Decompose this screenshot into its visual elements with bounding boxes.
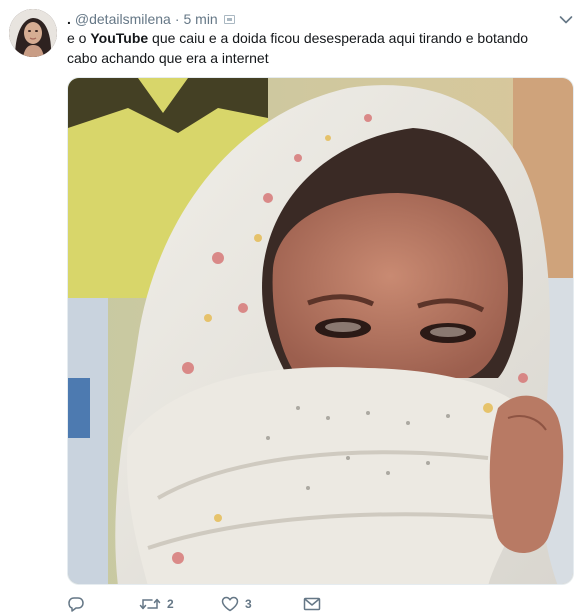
- direct-message-button[interactable]: [303, 597, 321, 611]
- envelope-icon: [303, 597, 321, 611]
- retweet-count: 2: [167, 597, 174, 611]
- tweet-actions: 2 3: [67, 596, 321, 612]
- tweet-text-before: e o: [67, 30, 91, 46]
- timestamp[interactable]: 5 min: [183, 11, 217, 27]
- tweet-header: . @detailsmilena · 5 min: [67, 9, 573, 29]
- tweet-photo[interactable]: [67, 77, 574, 585]
- display-name[interactable]: .: [67, 11, 71, 27]
- chevron-down-icon[interactable]: [559, 12, 573, 24]
- reply-button[interactable]: [67, 596, 139, 612]
- media-badge-icon: [223, 14, 235, 24]
- like-button[interactable]: 3: [221, 596, 303, 612]
- reply-icon: [67, 596, 85, 612]
- tweet-text-bold: YouTube: [90, 30, 149, 46]
- retweet-icon: [139, 596, 161, 612]
- retweet-button[interactable]: 2: [139, 596, 221, 612]
- heart-icon: [221, 596, 239, 612]
- separator-dot: ·: [174, 11, 180, 27]
- avatar[interactable]: [9, 9, 57, 57]
- user-handle[interactable]: @detailsmilena: [75, 11, 171, 27]
- tweet-text: e o YouTube que caiu e a doida ficou des…: [67, 28, 557, 68]
- tweet[interactable]: . @detailsmilena · 5 min e o YouTube que…: [0, 0, 583, 613]
- like-count: 3: [245, 597, 252, 611]
